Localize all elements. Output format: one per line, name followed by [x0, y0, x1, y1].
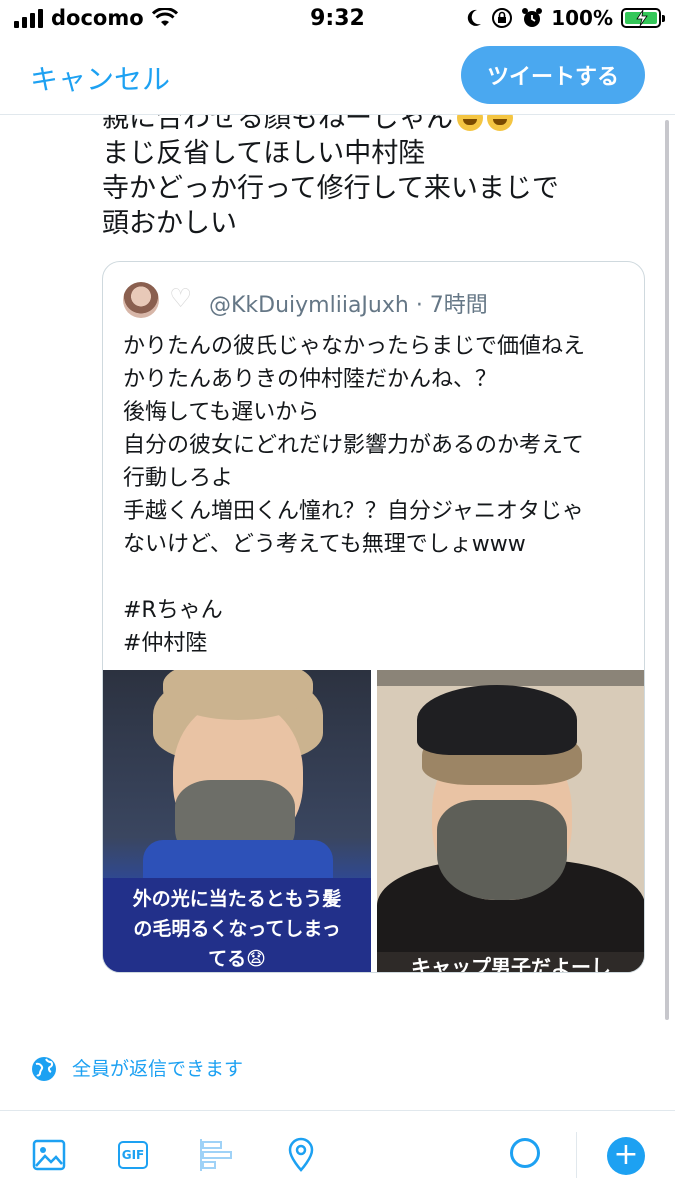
battery-percent: 100%	[551, 6, 613, 30]
media-image-left[interactable]: 外の光に当たるともう髪 の毛明るくなってしまっ てる😧	[103, 670, 371, 972]
gif-icon: GIF	[118, 1141, 148, 1169]
quoted-tweet-card[interactable]: ♡ @KkDuiymliiaJuxh · 7時間 かりたんの彼氏じゃなかったらま…	[102, 261, 645, 973]
caption-line: 外の光に当たるともう髪	[132, 888, 342, 910]
quoted-line: ないけど、どう考えても無理でしょwww	[123, 532, 526, 557]
globe-icon	[32, 1057, 56, 1081]
grinning-emoji-icon	[457, 115, 483, 131]
white-heart-icon: ♡	[169, 284, 193, 314]
hashtag[interactable]: #Rちゃん	[123, 594, 633, 627]
media-caption-right: キャップ男子だよーし	[377, 952, 644, 972]
lock-rotation-icon	[492, 8, 513, 28]
compose-line: 寺かどっか行って修行して来いまじで	[102, 173, 559, 204]
quoted-tweet-handle: @KkDuiymliiaJuxh · 7時間	[209, 293, 488, 318]
quoted-line: 手越くん増田くん憧れ？？自分ジャニオタじゃ	[123, 499, 584, 524]
compose-line: 頭おかしい	[102, 208, 237, 239]
poll-icon[interactable]	[197, 1135, 237, 1175]
quoted-line: 後悔しても遅いから	[123, 400, 320, 425]
character-count-ring	[510, 1138, 540, 1168]
reply-setting-button[interactable]: 全員が返信できます	[72, 1054, 243, 1081]
compose-line: 親に合わせる顔もねーじゃん	[102, 115, 642, 136]
toolbar-divider	[0, 1110, 675, 1111]
media-caption-left: 外の光に当たるともう髪 の毛明るくなってしまっ てる😧	[103, 878, 371, 972]
battery-icon	[621, 8, 665, 28]
quoted-line	[123, 561, 633, 594]
toolbar-separator	[576, 1132, 577, 1178]
grinning-emoji-icon	[487, 115, 513, 131]
gif-button[interactable]: GIF	[113, 1135, 153, 1175]
quoted-line: 自分の彼女にどれだけ影響力があるのか考えて	[123, 433, 584, 458]
tweet-button[interactable]: ツイートする	[461, 46, 645, 104]
add-icon[interactable]: +	[607, 1137, 645, 1175]
location-icon[interactable]	[281, 1135, 321, 1175]
image-icon[interactable]	[29, 1135, 69, 1175]
quoted-line: かりたんの彼氏じゃなかったらまじで価値ねえ	[123, 334, 586, 359]
status-bar: docomo 9:32 100%	[0, 0, 675, 40]
alarm-icon	[522, 8, 543, 27]
avatar	[123, 282, 159, 318]
quoted-tweet-text: かりたんの彼氏じゃなかったらまじで価値ねえ かりたんありきの仲村陸だかんね、？ …	[123, 330, 633, 660]
caption-line: の毛明るくなってしまっ	[133, 918, 341, 940]
quoted-line: かりたんありきの仲村陸だかんね、？	[123, 367, 498, 392]
cancel-button[interactable]: キャンセル	[30, 58, 170, 98]
compose-text[interactable]: 親に合わせる顔もねーじゃん まじ反省してほしい中村陸 寺かどっか行って修行して来…	[102, 115, 642, 241]
scrollbar[interactable]	[665, 120, 669, 1020]
moon-icon	[468, 9, 482, 26]
quoted-line: 行動しろよ	[123, 466, 234, 491]
compose-line: まじ反省してほしい中村陸	[102, 138, 426, 169]
caption-line: てる😧	[208, 948, 266, 970]
media-image-right[interactable]: キャップ男子だよーし	[377, 670, 644, 972]
status-right: 100%	[465, 6, 665, 30]
hashtag[interactable]: #仲村陸	[123, 627, 633, 660]
